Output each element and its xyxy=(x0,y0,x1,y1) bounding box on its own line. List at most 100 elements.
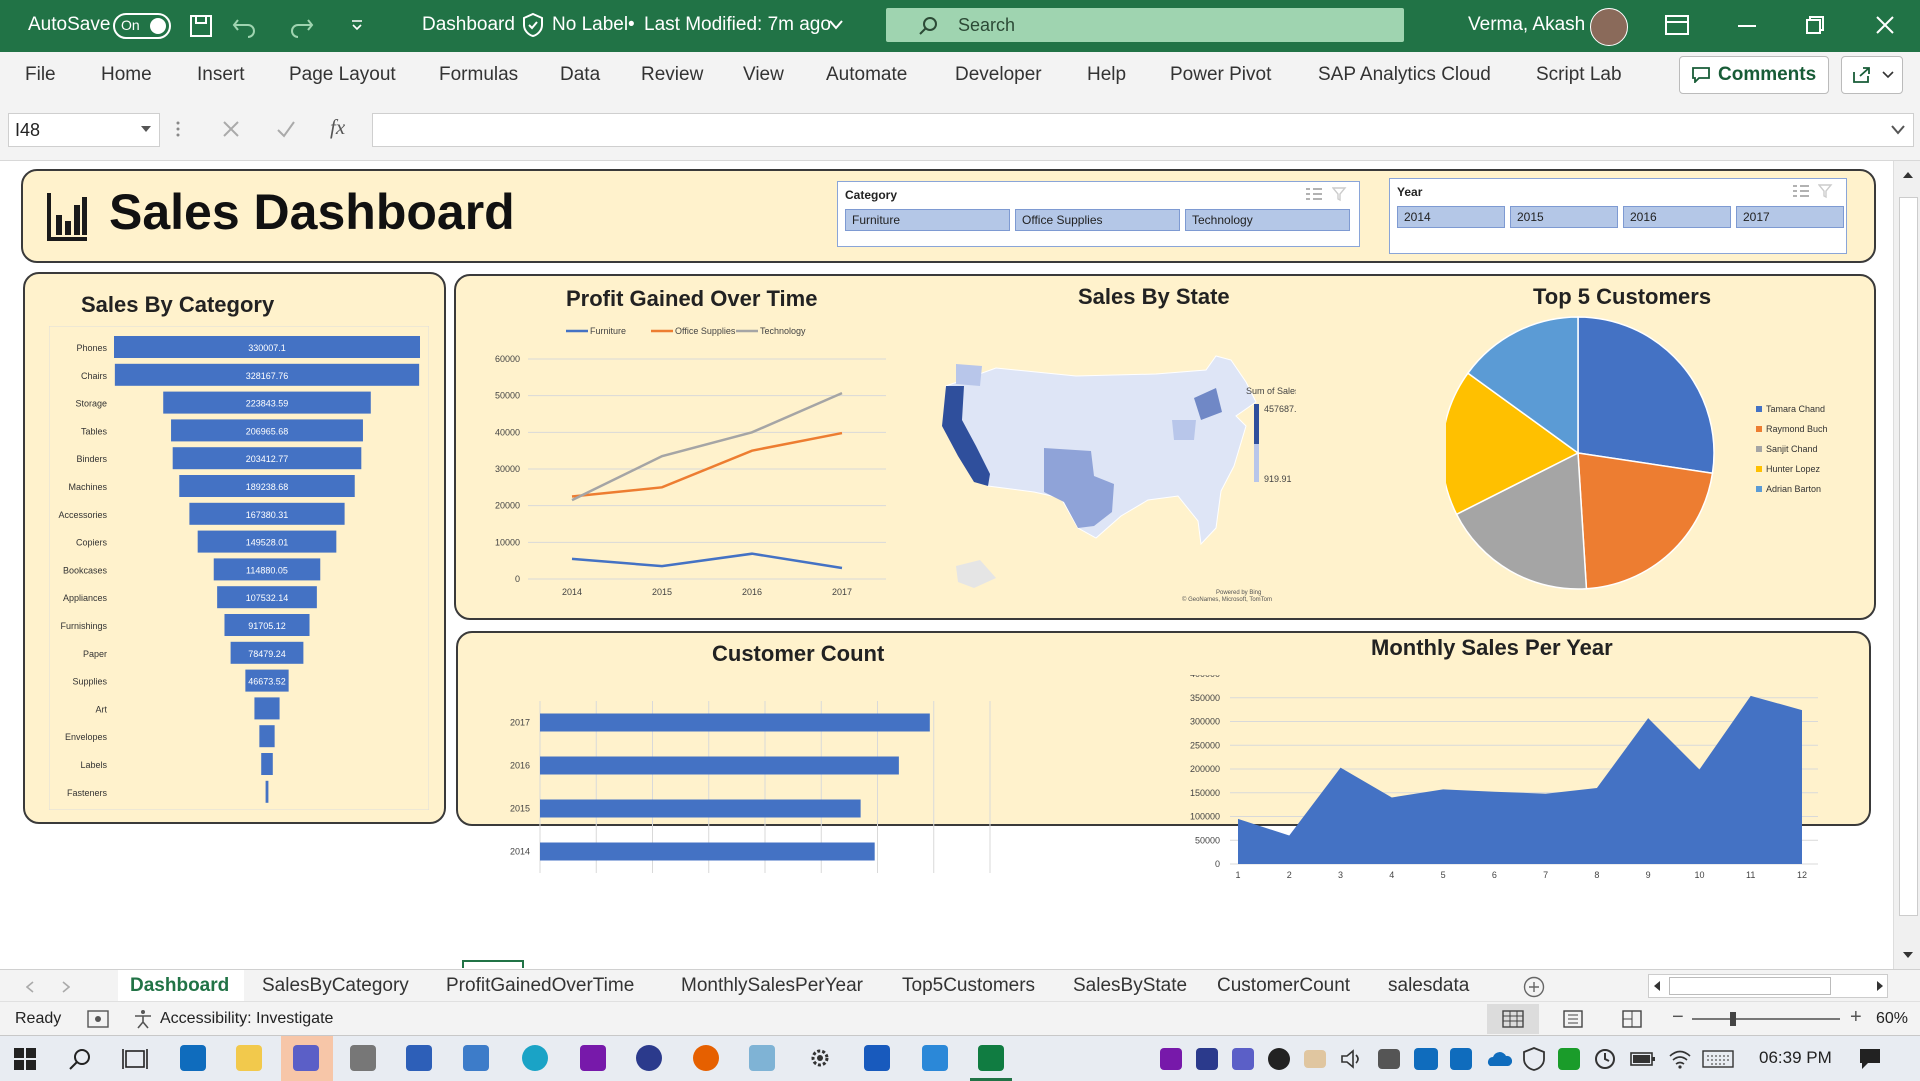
slicer-item-2014[interactable]: 2014 xyxy=(1397,206,1505,228)
clock-app-icon[interactable] xyxy=(1594,1048,1616,1070)
tray-teams-icon[interactable] xyxy=(1232,1048,1254,1070)
last-modified[interactable]: Last Modified: 7m ago xyxy=(644,14,831,36)
settings-gear-icon[interactable] xyxy=(808,1046,832,1070)
scroll-right-icon[interactable] xyxy=(1876,981,1884,991)
tray-network-drive-icon[interactable] xyxy=(1378,1049,1400,1069)
horizontal-scroll-thumb[interactable] xyxy=(1669,977,1831,995)
page-break-view-icon[interactable] xyxy=(1622,1010,1642,1028)
onenote-app-icon[interactable] xyxy=(580,1045,606,1071)
customer-count-bar-chart[interactable]: 0100200300400500600700800201720162015201… xyxy=(478,673,1058,883)
save-icon[interactable] xyxy=(189,14,213,38)
tab-formulas[interactable]: Formulas xyxy=(439,64,518,86)
accessibility-icon[interactable] xyxy=(133,1009,153,1029)
redo-icon[interactable] xyxy=(288,14,314,38)
autosave-toggle[interactable]: On xyxy=(113,13,171,39)
tab-automate[interactable]: Automate xyxy=(826,64,907,86)
document-title[interactable]: Dashboard xyxy=(422,14,515,36)
tab-file[interactable]: File xyxy=(25,64,56,86)
expand-formula-icon[interactable] xyxy=(1891,125,1905,135)
add-sheet-icon[interactable] xyxy=(1523,976,1545,998)
next-sheet-icon[interactable] xyxy=(62,981,70,993)
search-box[interactable]: Search xyxy=(886,8,1404,42)
tray-onenote-icon[interactable] xyxy=(1160,1048,1182,1070)
horizontal-scrollbar[interactable] xyxy=(1648,974,1888,998)
sheet-tab-customercount[interactable]: CustomerCount xyxy=(1217,975,1350,997)
slicer-item-2016[interactable]: 2016 xyxy=(1623,206,1731,228)
zoom-slider[interactable] xyxy=(1692,1018,1840,1020)
insert-function-button[interactable]: fx xyxy=(330,115,345,140)
accessibility-status[interactable]: Accessibility: Investigate xyxy=(160,1010,333,1028)
onedrive-icon[interactable] xyxy=(1484,1050,1512,1068)
enter-check-icon[interactable] xyxy=(276,120,296,138)
monthly-sales-area-chart[interactable]: 0 50000 100000 150000 200000 250000 300000 3500… xyxy=(1148,675,1848,885)
comments-button[interactable]: Comments xyxy=(1679,56,1829,94)
battery-icon[interactable] xyxy=(1630,1051,1656,1067)
app-icon-light[interactable] xyxy=(749,1045,775,1071)
scroll-down-icon[interactable] xyxy=(1902,951,1914,959)
page-layout-view-icon[interactable] xyxy=(1563,1010,1583,1028)
photos-app-icon[interactable] xyxy=(922,1045,948,1071)
slicer-item-2015[interactable]: 2015 xyxy=(1510,206,1618,228)
share-button[interactable] xyxy=(1841,56,1903,94)
slicer-item-office-supplies[interactable]: Office Supplies xyxy=(1015,209,1180,231)
taskbar-clock[interactable]: 06:39 PM xyxy=(1759,1048,1832,1068)
zoom-level[interactable]: 60% xyxy=(1876,1010,1908,1028)
macro-record-icon[interactable] xyxy=(87,1010,109,1028)
keyboard-icon[interactable] xyxy=(1702,1050,1734,1068)
restore-icon[interactable] xyxy=(1806,16,1824,34)
ribbon-display-icon[interactable] xyxy=(1665,15,1689,35)
tray-lock-icon[interactable] xyxy=(1196,1048,1218,1070)
security-shield-icon[interactable] xyxy=(1522,1047,1546,1071)
scrollbar-thumb[interactable] xyxy=(1899,197,1918,916)
customize-qat-icon[interactable] xyxy=(350,18,364,32)
scroll-up-icon[interactable] xyxy=(1902,171,1914,179)
sheet-tab-salesdata[interactable]: salesdata xyxy=(1388,975,1469,997)
top-customers-pie-chart[interactable]: Tamara Chand Raymond Buch Sanjit Chand Hunt… xyxy=(1446,316,1866,606)
avatar[interactable] xyxy=(1590,8,1628,46)
windows-start-icon[interactable] xyxy=(14,1048,36,1070)
formula-input[interactable] xyxy=(372,113,1914,147)
taskbar-search-icon[interactable] xyxy=(68,1047,92,1071)
tab-page-layout[interactable]: Page Layout xyxy=(289,64,396,86)
slicer-item-furniture[interactable]: Furniture xyxy=(845,209,1010,231)
tab-developer[interactable]: Developer xyxy=(955,64,1042,86)
vertical-scrollbar[interactable] xyxy=(1893,161,1920,969)
notifications-icon[interactable] xyxy=(1858,1047,1882,1071)
tab-view[interactable]: View xyxy=(743,64,784,86)
tray-outlook-icon[interactable] xyxy=(1450,1048,1472,1070)
edge-browser-icon[interactable] xyxy=(522,1045,548,1071)
sheet-tab-top5customers[interactable]: Top5Customers xyxy=(902,975,1035,997)
slicer-item-technology[interactable]: Technology xyxy=(1185,209,1350,231)
tab-power-pivot[interactable]: Power Pivot xyxy=(1170,64,1271,86)
zoom-in-button[interactable]: + xyxy=(1850,1006,1862,1029)
chevron-down-icon[interactable] xyxy=(829,20,843,30)
more-options-icon[interactable] xyxy=(176,120,180,138)
prev-sheet-icon[interactable] xyxy=(26,981,34,993)
teams-app-icon[interactable] xyxy=(293,1045,319,1071)
tray-it-icon[interactable] xyxy=(1558,1048,1580,1070)
normal-view-icon[interactable] xyxy=(1502,1010,1524,1028)
user-name[interactable]: Verma, Akash xyxy=(1468,14,1585,36)
tab-data[interactable]: Data xyxy=(560,64,600,86)
sheet-tab-profitgainedovertime[interactable]: ProfitGainedOverTime xyxy=(446,975,634,997)
tab-home[interactable]: Home xyxy=(101,64,152,86)
tab-sap-analytics-cloud[interactable]: SAP Analytics Cloud xyxy=(1318,64,1491,86)
vpn-app-icon[interactable] xyxy=(636,1045,662,1071)
cancel-icon[interactable] xyxy=(222,120,240,138)
scroll-left-icon[interactable] xyxy=(1653,981,1661,991)
tray-mail-icon[interactable] xyxy=(1304,1050,1326,1068)
excel-app-icon[interactable] xyxy=(978,1045,1004,1071)
firefox-browser-icon[interactable] xyxy=(693,1045,719,1071)
minimize-icon[interactable] xyxy=(1738,24,1756,28)
tab-review[interactable]: Review xyxy=(641,64,703,86)
sheet-tab-dashboard[interactable]: Dashboard xyxy=(130,975,229,997)
tab-help[interactable]: Help xyxy=(1087,64,1126,86)
sheet-tab-salesbystate[interactable]: SalesByState xyxy=(1073,975,1187,997)
sheet-tab-monthlysalesperyear[interactable]: MonthlySalesPerYear xyxy=(681,975,863,997)
multi-select-icon[interactable] xyxy=(1305,186,1323,202)
name-box[interactable]: I48 xyxy=(8,113,160,147)
undo-icon[interactable] xyxy=(232,14,258,38)
close-icon[interactable] xyxy=(1876,16,1894,34)
zoom-slider-thumb[interactable] xyxy=(1730,1012,1736,1026)
sensitivity-shield-icon[interactable] xyxy=(521,12,545,38)
